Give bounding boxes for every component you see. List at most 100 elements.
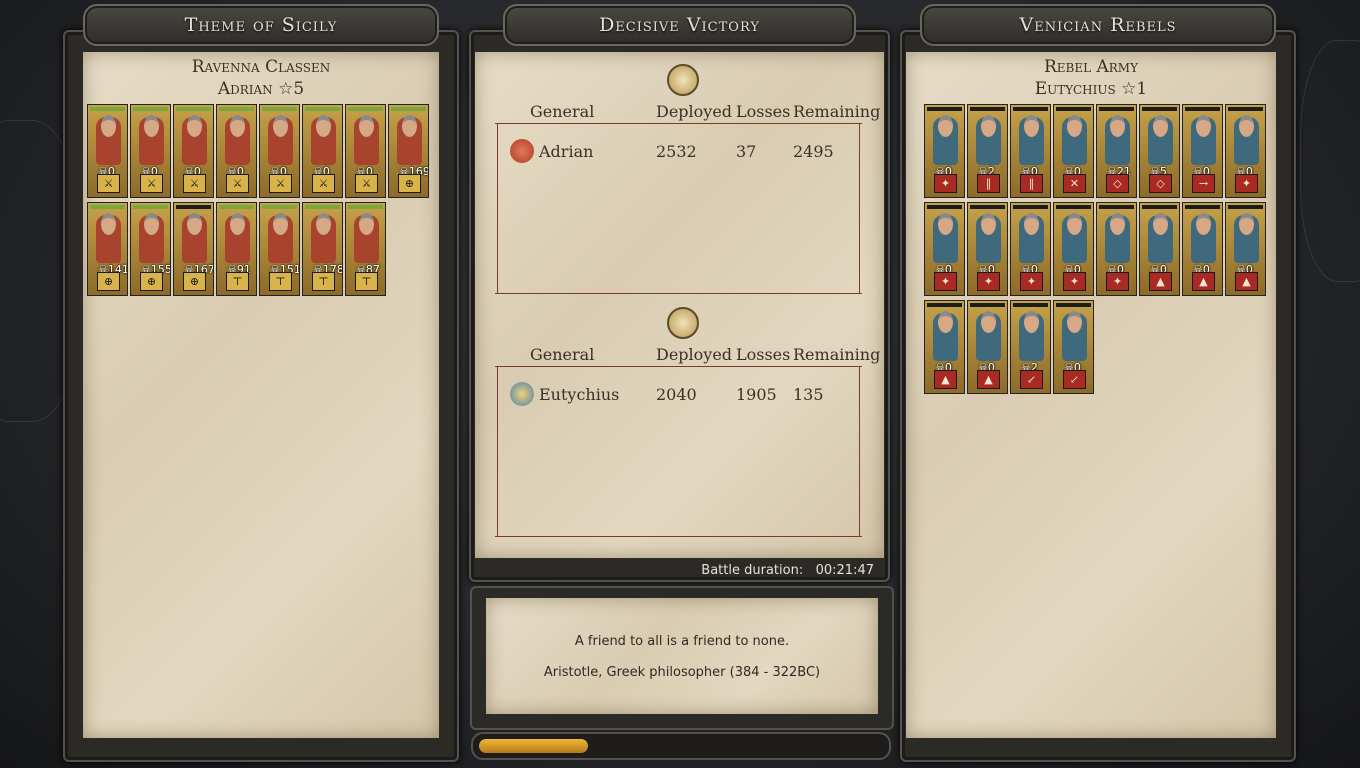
unit-card[interactable]: ☠0 ▲ [967,300,1008,394]
unit-card[interactable]: ☠0 ✦ [967,202,1008,296]
unit-card[interactable]: ☠0 ⚔ [259,104,300,198]
unit-health-bar [1185,107,1220,111]
unit-health-bar [348,205,383,209]
unit-card[interactable]: ☠0 ✦ [1053,202,1094,296]
unit-class-icon: ⊕ [140,272,163,291]
unit-card[interactable]: ☠0 ⚔ [345,104,386,198]
unit-card[interactable]: ☠141 ⊕ [87,202,128,296]
unit-class-icon: ✕ [1063,174,1086,193]
unit-card[interactable]: ☠167 ⊕ [173,202,214,296]
unit-cards: ☠0 ✦ ☠2 ‖ ☠0 ‖ ☠0 ✕ ☠21 ◇ ☠5 ◇ ☠0 → ☠0 ✦ ☠0 ✦ ☠0 ✦ ☠0 ✦ ☠0 ✦ ☠0 ✦… [924,104,1268,394]
unit-card[interactable]: ☠151 ⊤ [259,202,300,296]
unit-card[interactable]: ☠0 ⚔ [87,104,128,198]
unit-class-icon: ✦ [1235,174,1258,193]
unit-class-icon: → [1192,174,1215,193]
unit-class-icon: ⚔ [97,174,120,193]
header-remaining: Remaining [793,102,881,121]
unit-card[interactable]: ☠0 ‖ [1010,104,1051,198]
general-line: Eutychius ☆1 [906,78,1276,100]
unit-class-icon: ⚔ [312,174,335,193]
unit-class-icon: ⊤ [312,272,335,291]
unit-class-icon: ◇ [1149,174,1172,193]
unit-head [938,213,953,235]
unit-health-bar [219,205,254,209]
divider [859,123,860,293]
unit-card[interactable]: ☠2 ↙ [1010,300,1051,394]
unit-card[interactable]: ☠0 ✦ [1225,104,1266,198]
unit-card[interactable]: ☠0 ▲ [1225,202,1266,296]
parchment: A friend to all is a friend to none. Ari… [486,598,878,714]
general-rank: 1 [1136,79,1148,99]
unit-card[interactable]: ☠0 ▲ [1139,202,1180,296]
unit-class-icon: ▲ [1192,272,1215,291]
defeated-emblem-icon [667,307,699,339]
divider [497,123,498,293]
unit-card[interactable]: ☠2 ‖ [967,104,1008,198]
general-name: Adrian [217,79,273,99]
player-army-panel: Theme of Sicily Ravenna Classen Adrian ☆… [63,4,459,762]
unit-head [981,115,996,137]
unit-card[interactable]: ☠21 ◇ [1096,104,1137,198]
divider [495,366,862,367]
unit-class-icon: ⊤ [226,272,249,291]
unit-card[interactable]: ☠5 ◇ [1139,104,1180,198]
unit-class-icon: ⚔ [269,174,292,193]
victor-emblem-icon [667,64,699,96]
unit-card[interactable]: ☠91 ⊤ [216,202,257,296]
unit-cards: ☠0 ⚔ ☠0 ⚔ ☠0 ⚔ ☠0 ⚔ ☠0 ⚔ ☠0 ⚔ ☠0 ⚔ ☠169 ⊕ ☠141 ⊕ ☠155 ⊕ ☠167… [87,104,431,296]
unit-card[interactable]: ☠0 ⚔ [302,104,343,198]
unit-class-icon: ⊤ [269,272,292,291]
unit-health-bar [262,205,297,209]
unit-card[interactable]: ☠155 ⊕ [130,202,171,296]
unit-card[interactable]: ☠0 ↙ [1053,300,1094,394]
unit-health-bar [90,107,125,111]
unit-health-bar [1013,303,1048,307]
unit-class-icon: ⚔ [140,174,163,193]
unit-head [101,115,116,137]
parchment: Rebel Army Eutychius ☆1 ☠0 ✦ ☠2 ‖ ☠0 ‖ ☠0 ✕ ☠21 ◇… [906,52,1276,738]
unit-head [1024,213,1039,235]
unit-card[interactable]: ☠178 ⊤ [302,202,343,296]
unit-card[interactable]: ☠0 ▲ [1182,202,1223,296]
unit-head [938,115,953,137]
header-general: General [530,345,595,364]
unit-health-bar [305,205,340,209]
unit-card[interactable]: ☠0 ⚔ [130,104,171,198]
unit-card[interactable]: ☠0 ⚔ [173,104,214,198]
unit-head [101,213,116,235]
unit-card[interactable]: ☠0 ✦ [1096,202,1137,296]
unit-card[interactable]: ☠0 ✦ [1010,202,1051,296]
faction-emblem-icon [510,382,534,406]
unit-health-bar [1228,205,1263,209]
unit-class-icon: ▲ [1235,272,1258,291]
unit-head [273,213,288,235]
general-rank: 5 [293,79,305,99]
unit-class-icon: ⚔ [183,174,206,193]
army-name: Rebel Army [1043,57,1139,77]
quote-text: A friend to all is a friend to none. [574,634,790,649]
unit-head [316,115,331,137]
unit-head [1024,311,1039,333]
unit-card[interactable]: ☠0 ⚔ [216,104,257,198]
unit-health-bar [1013,107,1048,111]
unit-class-icon: ▲ [1149,272,1172,291]
general-name: Eutychius [1034,79,1116,99]
unit-card[interactable]: ☠0 ▲ [924,300,965,394]
unit-card[interactable]: ☠87 ⊤ [345,202,386,296]
unit-head [230,213,245,235]
unit-head [187,115,202,137]
unit-head [1024,115,1039,137]
unit-health-bar [927,107,962,111]
unit-head [230,115,245,137]
unit-health-bar [1185,205,1220,209]
side2-deployed: 2040 [656,385,697,404]
unit-card[interactable]: ☠0 → [1182,104,1223,198]
unit-head [938,311,953,333]
unit-card[interactable]: ☠169 ⊕ [388,104,429,198]
unit-class-icon: ◇ [1106,174,1129,193]
unit-card[interactable]: ☠0 ✕ [1053,104,1094,198]
unit-card[interactable]: ☠0 ✦ [924,202,965,296]
unit-head [359,115,374,137]
side1-losses: 37 [736,142,757,161]
unit-card[interactable]: ☠0 ✦ [924,104,965,198]
